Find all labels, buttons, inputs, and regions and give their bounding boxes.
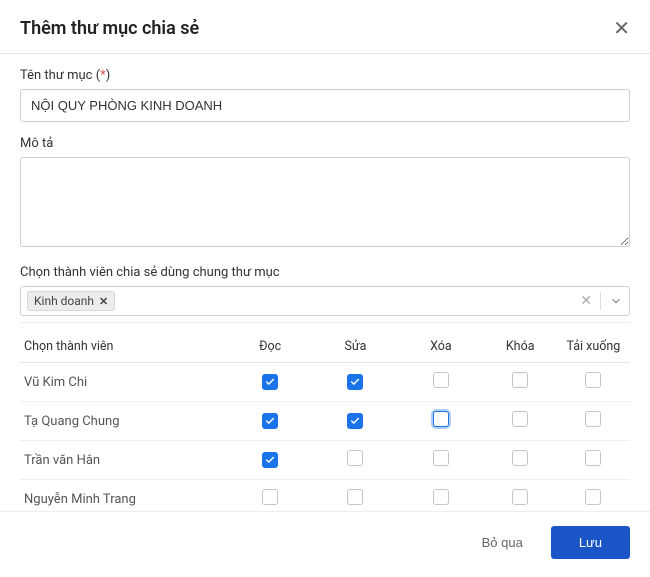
description-group: Mô tả [20, 136, 630, 251]
checkbox[interactable] [262, 374, 278, 390]
folder-name-group: Tên thư mục (*) [20, 68, 630, 122]
col-download: Tải xuống [557, 331, 630, 363]
table-row: Vũ Kim Chi [20, 363, 630, 402]
col-member: Chọn thành viên [20, 331, 227, 363]
checkbox[interactable] [433, 411, 449, 427]
share-folder-modal: Thêm thư mục chia sẻ ✕ Tên thư mục (*) M… [0, 0, 650, 577]
members-select[interactable]: Kinh doanh ✕ ✕ [20, 286, 630, 316]
modal-header: Thêm thư mục chia sẻ ✕ [0, 0, 650, 53]
select-controls: ✕ [580, 292, 623, 310]
modal-body: Tên thư mục (*) Mô tả Chọn thành viên ch… [0, 54, 650, 529]
table-row: Tạ Quang Chung [20, 402, 630, 441]
checkbox[interactable] [262, 452, 278, 468]
checkbox[interactable] [347, 413, 363, 429]
modal-footer: Bỏ qua Lưu [0, 511, 650, 577]
member-tag-label: Kinh doanh [34, 294, 94, 308]
members-divider [20, 322, 630, 323]
folder-name-input[interactable] [20, 89, 630, 122]
save-button[interactable]: Lưu [551, 526, 630, 559]
checkbox[interactable] [512, 450, 528, 466]
checkbox[interactable] [433, 489, 449, 505]
separator [600, 292, 601, 310]
modal-title: Thêm thư mục chia sẻ [20, 18, 199, 39]
members-group: Chọn thành viên chia sẻ dùng chung thư m… [20, 265, 630, 323]
member-name: Vũ Kim Chi [20, 363, 227, 402]
description-textarea[interactable] [20, 157, 630, 247]
tag-remove-icon[interactable]: ✕ [99, 295, 108, 308]
close-icon: ✕ [613, 18, 630, 40]
checkbox[interactable] [262, 413, 278, 429]
checkbox[interactable] [433, 450, 449, 466]
checkbox[interactable] [585, 372, 601, 388]
permissions-table: Chọn thành viên Đọc Sửa Xóa Khóa Tải xuố… [20, 331, 630, 519]
chevron-down-icon[interactable] [609, 294, 623, 308]
members-label: Chọn thành viên chia sẻ dùng chung thư m… [20, 265, 630, 280]
col-read: Đọc [227, 331, 312, 363]
checkbox[interactable] [347, 450, 363, 466]
clear-all-icon[interactable]: ✕ [580, 293, 592, 309]
member-name: Trần văn Hân [20, 441, 227, 480]
checkbox[interactable] [585, 411, 601, 427]
checkbox[interactable] [347, 374, 363, 390]
folder-name-label: Tên thư mục (*) [20, 68, 630, 83]
checkbox[interactable] [262, 489, 278, 505]
member-name: Tạ Quang Chung [20, 402, 227, 441]
col-edit: Sửa [313, 331, 398, 363]
member-tag: Kinh doanh ✕ [27, 291, 115, 311]
checkbox[interactable] [347, 489, 363, 505]
close-button[interactable]: ✕ [613, 19, 630, 39]
skip-button[interactable]: Bỏ qua [472, 527, 533, 558]
table-header-row: Chọn thành viên Đọc Sửa Xóa Khóa Tải xuố… [20, 331, 630, 363]
col-delete: Xóa [398, 331, 483, 363]
checkbox[interactable] [512, 372, 528, 388]
table-row: Trần văn Hân [20, 441, 630, 480]
col-lock: Khóa [484, 331, 557, 363]
checkbox[interactable] [585, 450, 601, 466]
checkbox[interactable] [512, 489, 528, 505]
checkbox[interactable] [433, 372, 449, 388]
checkbox[interactable] [512, 411, 528, 427]
description-label: Mô tả [20, 136, 630, 151]
checkbox[interactable] [585, 489, 601, 505]
